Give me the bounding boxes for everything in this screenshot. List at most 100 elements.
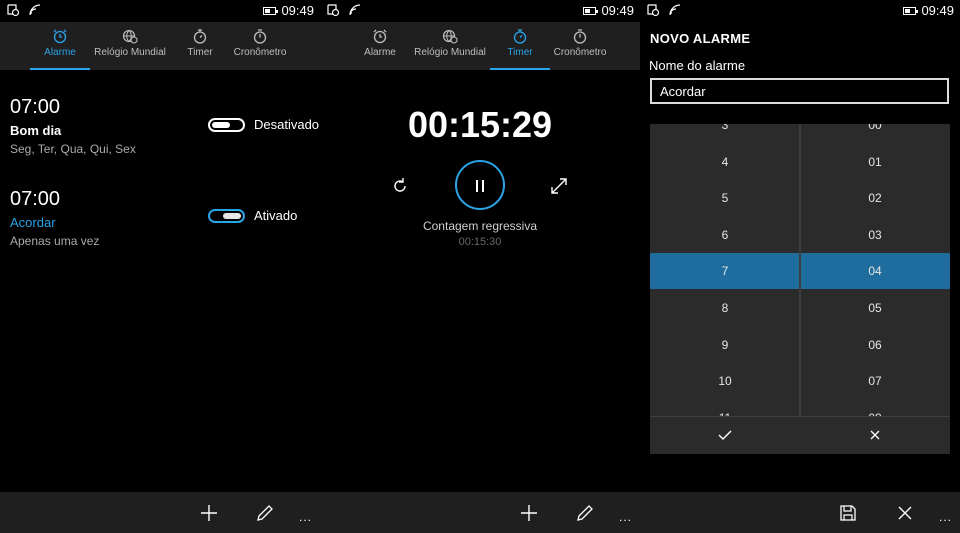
timer-display: 00:15:29 [407, 104, 553, 145]
timer-icon [573, 29, 587, 44]
notification-icon [327, 4, 340, 17]
tab-timer[interactable]: Timer [490, 22, 550, 70]
active-tab-indicator [30, 68, 90, 70]
reset-icon[interactable] [390, 176, 410, 196]
alarm-item[interactable]: 07:00 Bom dia Seg, Ter, Qua, Qui, Sex [10, 96, 136, 156]
cancel-icon[interactable] [865, 425, 885, 445]
minute-option[interactable]: 03 [800, 217, 950, 253]
confirm-icon[interactable] [715, 425, 735, 445]
minute-option[interactable]: 01 [800, 144, 950, 180]
tab-alarme[interactable]: Alarme [350, 22, 410, 70]
hour-option[interactable]: 8 [650, 290, 800, 326]
alarm-item[interactable]: 07:00 Acordar Apenas uma vez [10, 188, 99, 248]
timer-icon [253, 29, 267, 44]
alarm-name: Acordar [10, 215, 56, 230]
minute-option[interactable]: 08 [800, 400, 950, 416]
minute-option[interactable]: 04 [800, 253, 950, 290]
tab-bar: Alarme Relógio Mundial Timer Cronômetro [320, 22, 640, 70]
pause-icon [476, 180, 484, 192]
tab-relogio-mundial[interactable]: Relógio Mundial [90, 22, 170, 70]
tab-alarme[interactable]: Alarme [30, 22, 90, 70]
tab-label: Cronômetro [233, 47, 287, 58]
more-button[interactable]: ... [299, 510, 312, 524]
alarm-name-field[interactable] [650, 78, 949, 104]
status-time: 09:49 [601, 3, 634, 18]
alarm-days: Seg, Ter, Qua, Qui, Sex [10, 142, 136, 156]
status-bar: 09:49 [320, 0, 640, 22]
tab-relogio-mundial[interactable]: Relógio Mundial [410, 22, 490, 70]
alarm-time: 07:00 [10, 188, 61, 210]
save-icon[interactable] [837, 502, 859, 524]
wifi-icon [349, 4, 361, 16]
app-bar: ... [0, 492, 320, 533]
app-bar: ... [640, 492, 960, 533]
hour-option[interactable]: 7 [650, 253, 800, 290]
new-alarm-screen: 09:49 NOVO ALARME Nome do alarme 3456789… [640, 0, 960, 533]
globe-clock-icon [442, 29, 458, 44]
more-button[interactable]: ... [939, 510, 952, 524]
alarm-clock-icon [53, 29, 67, 44]
alarm-days: Apenas uma vez [10, 234, 100, 248]
alarm-toggle[interactable] [208, 117, 245, 132]
status-time: 09:49 [921, 3, 954, 18]
hour-option[interactable]: 4 [650, 144, 800, 180]
status-time: 09:49 [281, 3, 314, 18]
edit-icon[interactable] [254, 502, 276, 524]
hour-option[interactable]: 3 [650, 124, 800, 143]
toggle-state-label: Ativado [254, 208, 298, 223]
battery-icon [263, 6, 279, 15]
tab-cronometro[interactable]: Cronômetro [550, 22, 610, 70]
timer-label: Contagem regressiva [422, 219, 538, 233]
close-icon[interactable] [894, 502, 916, 524]
tab-label: Relógio Mundial [94, 47, 166, 58]
tab-cronometro[interactable]: Cronômetro [230, 22, 290, 70]
hour-option[interactable]: 6 [650, 217, 800, 253]
tab-timer[interactable]: Timer [180, 22, 220, 70]
minute-option[interactable]: 07 [800, 363, 950, 399]
status-bar: 09:49 [0, 0, 320, 22]
add-icon[interactable] [518, 502, 540, 524]
globe-clock-icon [122, 29, 138, 44]
toggle-state-label: Desativado [254, 117, 320, 132]
tab-bar: Alarme Relógio Mundial Timer Cronômetro [0, 22, 320, 70]
battery-icon [903, 6, 919, 15]
hour-option[interactable]: 10 [650, 363, 800, 399]
picker-divider [799, 124, 801, 416]
alarm-name-label: Nome do alarme [649, 58, 746, 73]
edit-icon[interactable] [574, 502, 596, 524]
alarm-name: Bom dia [10, 123, 62, 138]
pause-button[interactable] [455, 160, 505, 210]
tab-label: Timer [507, 47, 533, 58]
timer-screen: 09:49 Alarme Relógio Mundial Timer Cronô… [320, 0, 640, 533]
minute-picker-column[interactable]: 000102030405060708 [800, 124, 950, 416]
more-button[interactable]: ... [619, 510, 632, 524]
tab-label: Cronômetro [553, 47, 607, 58]
app-bar: ... [320, 492, 640, 533]
battery-icon [583, 6, 599, 15]
expand-icon[interactable] [549, 176, 569, 196]
notification-icon [7, 4, 20, 17]
stopwatch-icon [513, 29, 527, 44]
minute-option[interactable]: 02 [800, 180, 950, 216]
alarm-time: 07:00 [10, 96, 61, 118]
tab-label: Alarme [364, 47, 396, 58]
add-icon[interactable] [198, 502, 220, 524]
picker-footer [650, 416, 950, 454]
minute-option[interactable]: 00 [800, 124, 950, 143]
minute-option[interactable]: 06 [800, 327, 950, 363]
timer-initial-value: 00:15:30 [458, 236, 502, 248]
alarm-clock-icon [373, 29, 387, 44]
wifi-icon [29, 4, 41, 16]
hour-option[interactable]: 5 [650, 180, 800, 216]
alarm-toggle-row: Ativado [208, 208, 297, 223]
hour-option[interactable]: 11 [650, 400, 800, 416]
active-tab-indicator [490, 68, 550, 70]
alarm-toggle[interactable] [208, 208, 245, 223]
stopwatch-icon [193, 29, 207, 44]
minute-option[interactable]: 05 [800, 290, 950, 326]
time-picker: 34567891011 000102030405060708 [650, 124, 950, 454]
tab-label: Alarme [44, 47, 76, 58]
hour-option[interactable]: 9 [650, 327, 800, 363]
wifi-icon [669, 4, 681, 16]
hour-picker-column[interactable]: 34567891011 [650, 124, 800, 416]
